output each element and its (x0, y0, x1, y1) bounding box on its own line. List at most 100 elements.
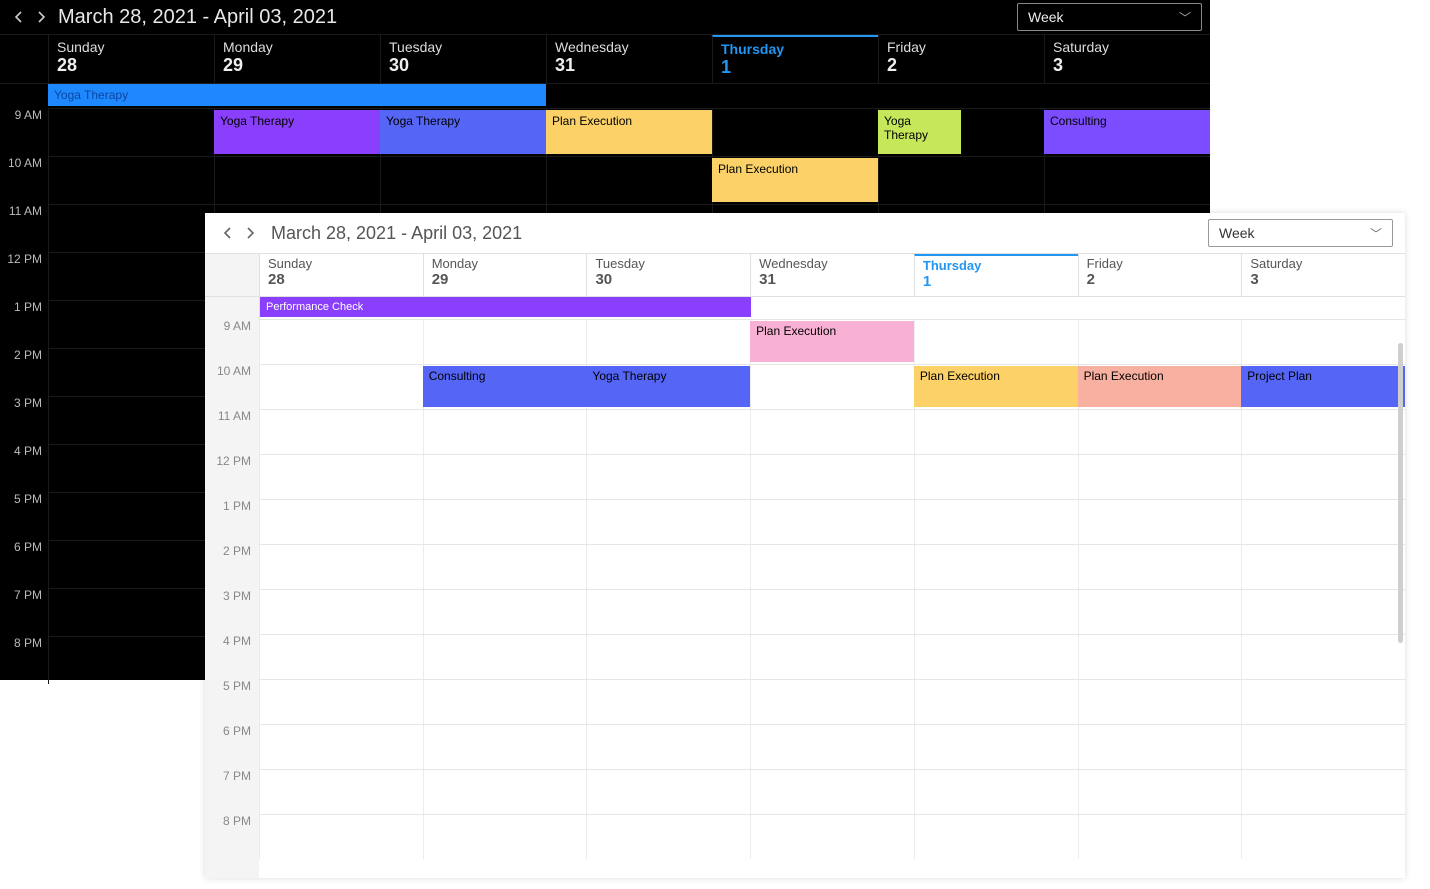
time-slot[interactable] (750, 815, 914, 859)
time-slot[interactable] (546, 157, 712, 204)
time-slot[interactable] (1241, 590, 1405, 634)
view-dropdown[interactable]: Week ﹀ (1017, 3, 1202, 31)
day-header[interactable]: Saturday3 (1241, 254, 1405, 296)
time-slot[interactable] (48, 301, 214, 348)
time-slot[interactable] (914, 410, 1078, 454)
time-slot[interactable] (586, 545, 750, 589)
time-slot[interactable] (1241, 770, 1405, 814)
time-slot[interactable] (750, 725, 914, 769)
time-slot[interactable] (259, 725, 423, 769)
time-slot[interactable] (750, 365, 914, 409)
time-slot[interactable] (1078, 455, 1242, 499)
all-day-lane[interactable]: Yoga Therapy (48, 84, 1210, 108)
time-slot[interactable] (1078, 680, 1242, 724)
time-slot[interactable] (48, 109, 214, 156)
all-day-lane[interactable]: Performance Check (259, 297, 1405, 319)
day-header[interactable]: Monday29 (214, 35, 380, 83)
time-slot[interactable] (1241, 410, 1405, 454)
time-slot[interactable] (423, 500, 587, 544)
time-slot[interactable] (1241, 635, 1405, 679)
time-slot[interactable] (1078, 725, 1242, 769)
calendar-event[interactable]: Plan Execution (750, 321, 914, 362)
view-dropdown[interactable]: Week ﹀ (1208, 219, 1393, 247)
time-slot[interactable] (1078, 770, 1242, 814)
time-slot[interactable] (48, 445, 214, 492)
time-slot[interactable] (423, 545, 587, 589)
next-button[interactable] (30, 6, 52, 28)
day-header[interactable]: Thursday1 (712, 35, 878, 83)
prev-button[interactable] (217, 222, 239, 244)
time-slot[interactable] (259, 770, 423, 814)
time-slot[interactable] (586, 770, 750, 814)
time-slot[interactable] (48, 157, 214, 204)
calendar-event[interactable]: Plan Execution (546, 110, 712, 154)
time-slot[interactable] (259, 635, 423, 679)
time-slot[interactable] (750, 500, 914, 544)
calendar-event[interactable]: Consulting (1044, 110, 1210, 154)
time-slot[interactable] (914, 455, 1078, 499)
prev-button[interactable] (8, 6, 30, 28)
time-slot[interactable] (48, 397, 214, 444)
calendar-event[interactable]: Plan Execution (1078, 366, 1242, 407)
time-slot[interactable] (1241, 815, 1405, 859)
all-day-event[interactable]: Yoga Therapy (48, 84, 546, 106)
calendar-event[interactable]: Yoga Therapy (214, 110, 380, 154)
time-slot[interactable] (48, 253, 214, 300)
time-slot[interactable] (878, 157, 1044, 204)
time-slot[interactable] (1241, 680, 1405, 724)
next-button[interactable] (239, 222, 261, 244)
time-slot[interactable] (750, 590, 914, 634)
time-slot[interactable] (1078, 590, 1242, 634)
time-slot[interactable] (586, 815, 750, 859)
scrollbar[interactable] (1398, 343, 1403, 643)
time-slot[interactable] (750, 410, 914, 454)
day-header[interactable]: Saturday3 (1044, 35, 1210, 83)
time-slot[interactable] (423, 590, 587, 634)
all-day-event[interactable]: Performance Check (260, 297, 751, 317)
time-slot[interactable] (1078, 410, 1242, 454)
time-slot[interactable] (48, 493, 214, 540)
time-slot[interactable] (914, 320, 1078, 364)
day-header[interactable]: Tuesday30 (586, 254, 750, 296)
time-slot[interactable] (48, 541, 214, 588)
time-slot[interactable] (1241, 500, 1405, 544)
time-slot[interactable] (214, 157, 380, 204)
day-header[interactable]: Sunday28 (259, 254, 423, 296)
day-header[interactable]: Sunday28 (48, 35, 214, 83)
time-slot[interactable] (423, 815, 587, 859)
time-slot[interactable] (914, 545, 1078, 589)
time-slot[interactable] (1241, 320, 1405, 364)
time-slot[interactable] (914, 725, 1078, 769)
time-slot[interactable] (259, 590, 423, 634)
time-slot[interactable] (750, 455, 914, 499)
time-slot[interactable] (586, 680, 750, 724)
time-slot[interactable] (259, 815, 423, 859)
calendar-event[interactable]: Consulting (423, 366, 587, 407)
calendar-event[interactable]: Project Plan (1241, 366, 1405, 407)
time-slot[interactable] (914, 590, 1078, 634)
time-slot[interactable] (380, 157, 546, 204)
calendar-event[interactable]: Yoga Therapy (586, 366, 750, 407)
day-header[interactable]: Tuesday30 (380, 35, 546, 83)
time-slot[interactable] (423, 680, 587, 724)
time-slot[interactable] (1241, 725, 1405, 769)
calendar-event[interactable]: Plan Execution (712, 158, 878, 202)
time-slot[interactable] (1241, 545, 1405, 589)
time-slot[interactable] (586, 725, 750, 769)
time-slot[interactable] (423, 770, 587, 814)
time-slot[interactable] (259, 320, 423, 364)
time-slot[interactable] (48, 205, 214, 252)
time-slot[interactable] (423, 320, 587, 364)
time-slot[interactable] (1078, 815, 1242, 859)
time-slot[interactable] (750, 770, 914, 814)
time-slot[interactable] (48, 637, 214, 684)
time-slot[interactable] (1078, 500, 1242, 544)
time-slot[interactable] (1078, 545, 1242, 589)
time-slot[interactable] (1078, 635, 1242, 679)
day-header[interactable]: Wednesday31 (546, 35, 712, 83)
time-slot[interactable] (259, 365, 423, 409)
time-slot[interactable] (586, 410, 750, 454)
time-slot[interactable] (423, 635, 587, 679)
day-header[interactable]: Monday29 (423, 254, 587, 296)
time-slot[interactable] (914, 635, 1078, 679)
